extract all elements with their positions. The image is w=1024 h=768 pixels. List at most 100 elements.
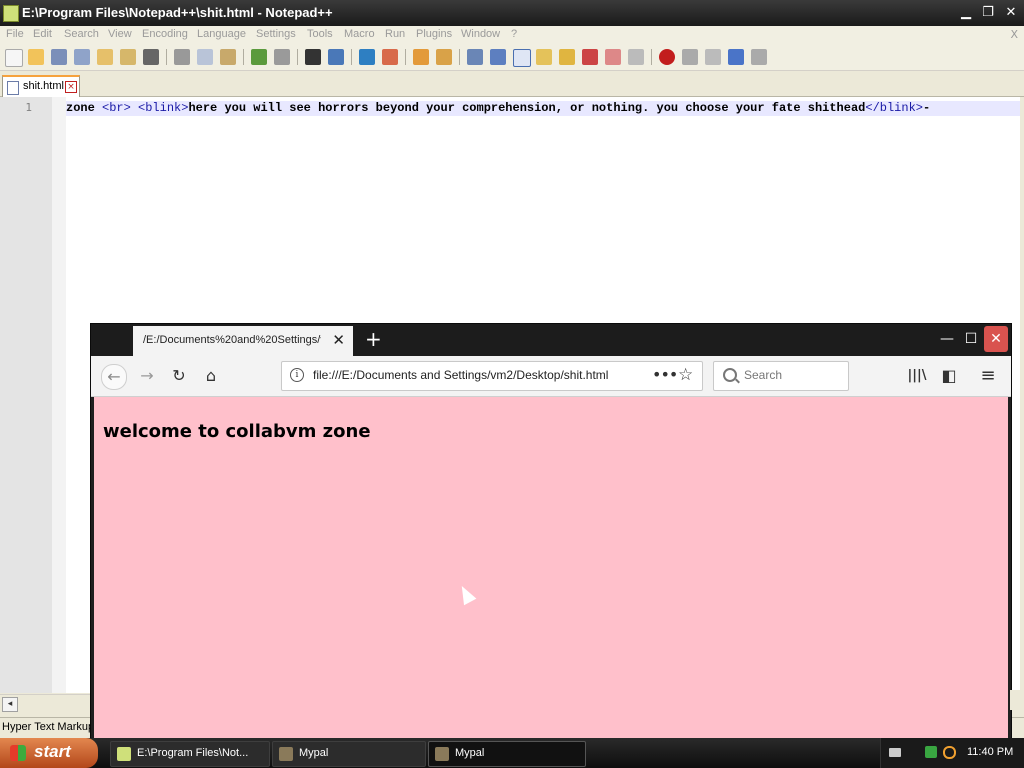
menu-help[interactable]: ? [511,28,517,40]
toolbar-separator [405,49,406,65]
hamburger-menu-icon[interactable]: ≡ [976,364,1000,388]
cut-icon[interactable] [174,49,190,65]
sync-vertical-icon[interactable] [413,49,429,65]
record-macro-icon[interactable] [659,49,675,65]
library-icon[interactable]: |||\ [905,364,929,388]
scroll-left-arrow-icon[interactable]: ◂ [2,697,18,712]
toolbar-separator [351,49,352,65]
notepad-restore-button[interactable]: ❐ [978,3,998,23]
monitoring-icon[interactable] [605,49,621,65]
taskbar: start E:\Program Files\Not... Mypal Mypa… [0,738,1024,768]
save-macro-icon[interactable] [751,49,767,65]
new-file-icon[interactable] [5,49,23,67]
taskbar-item-mypal[interactable]: Mypal [272,741,426,767]
show-all-chars-icon[interactable] [490,49,506,65]
menu-file[interactable]: File [6,28,24,40]
notepad-title-bar[interactable]: E:\Program Files\Notepad++\shit.html - N… [0,0,1024,26]
scroll-right-arrow-icon[interactable] [1010,690,1024,710]
menu-run[interactable]: Run [385,28,405,40]
folder-workspace-icon[interactable] [582,49,598,65]
menu-edit[interactable]: Edit [33,28,52,40]
start-label: start [34,742,71,761]
keyboard-icon[interactable] [889,748,901,757]
save-all-icon[interactable] [74,49,90,65]
menu-search[interactable]: Search [64,28,99,40]
undo-icon[interactable] [251,49,267,65]
close-all-icon[interactable] [120,49,136,65]
menu-close-doc[interactable]: X [1010,28,1018,41]
open-file-icon[interactable] [28,49,44,65]
task-label: Mypal [299,747,329,759]
browser-tab[interactable]: /E:/Documents%20and%20Settings/vm2/Deskt… [133,326,353,356]
bookmark-star-icon[interactable]: ☆ [678,365,693,385]
code-token-text: here you will see horrors beyond your co… [188,101,866,115]
browser-maximize-button[interactable]: ☐ [959,326,983,352]
tab-close-icon[interactable]: × [65,81,77,93]
browser-minimize-button[interactable]: — [935,326,959,352]
code-token-text: - [922,101,931,115]
search-box[interactable]: Search [713,361,849,391]
menu-plugins[interactable]: Plugins [416,28,452,40]
home-button[interactable]: ⌂ [199,364,223,388]
search-icon [723,368,737,382]
indent-guide-icon[interactable] [513,49,531,67]
search-icon[interactable] [943,746,956,759]
toolbar-separator [166,49,167,65]
menu-window[interactable]: Window [461,28,500,40]
menu-view[interactable]: View [108,28,132,40]
code-line-1[interactable]: zone <br> <blink>here you will see horro… [66,101,1020,116]
menu-encoding[interactable]: Encoding [142,28,188,40]
sync-horizontal-icon[interactable] [436,49,452,65]
forward-button[interactable]: → [135,364,159,388]
code-token-tag: <blink> [138,101,189,115]
function-list-icon[interactable] [559,49,575,65]
stop-macro-icon[interactable] [682,49,698,65]
new-tab-button[interactable]: + [365,328,382,350]
replace-icon[interactable] [328,49,344,65]
zoom-out-icon[interactable] [382,49,398,65]
url-text[interactable]: file:///E:/Documents and Settings/vm2/De… [313,368,613,382]
notepad-close-button[interactable]: ✕ [1001,3,1021,23]
start-button[interactable]: start [0,738,98,768]
search-input[interactable]: Search [744,368,782,382]
play-macro-icon[interactable] [705,49,721,65]
doc-map-icon[interactable] [536,49,552,65]
close-file-icon[interactable] [97,49,113,65]
task-label: E:\Program Files\Not... [137,747,249,759]
reload-button[interactable]: ↻ [167,364,191,388]
tab-close-icon[interactable]: ✕ [332,332,345,348]
eye-icon[interactable] [628,49,644,65]
find-icon[interactable] [305,49,321,65]
save-icon[interactable] [51,49,67,65]
run-macro-multiple-icon[interactable] [728,49,744,65]
back-button[interactable]: ← [101,364,127,390]
menu-language[interactable]: Language [197,28,246,40]
site-info-icon[interactable]: i [290,368,304,382]
code-token-tag: <br> [102,101,131,115]
clock[interactable]: 11:40 PM [967,746,1013,758]
browser-close-button[interactable]: ✕ [984,326,1008,352]
notepad-icon [117,747,131,761]
print-icon[interactable] [143,49,159,65]
notepad-minimize-button[interactable]: ▁ [956,3,976,23]
network-icon[interactable] [925,746,937,758]
notepad-app-icon [3,5,19,22]
tab-shit-html[interactable]: shit.html × [2,75,80,97]
word-wrap-icon[interactable] [467,49,483,65]
sidebar-icon[interactable]: ◧ [937,364,961,388]
menu-macro[interactable]: Macro [344,28,375,40]
redo-icon[interactable] [274,49,290,65]
toolbar-separator [243,49,244,65]
taskbar-item-notepad[interactable]: E:\Program Files\Not... [110,741,270,767]
taskbar-item-mypal-active[interactable]: Mypal [428,741,586,767]
menu-settings[interactable]: Settings [256,28,296,40]
browser-title-bar[interactable]: /E:/Documents%20and%20Settings/vm2/Deskt… [91,324,1011,356]
copy-icon[interactable] [197,49,213,65]
notepad-toolbar [0,44,1024,71]
url-bar[interactable]: i file:///E:/Documents and Settings/vm2/… [281,361,703,391]
notepad-menu-bar: File Edit Search View Encoding Language … [0,26,1024,44]
zoom-in-icon[interactable] [359,49,375,65]
page-actions-icon[interactable]: ••• [652,365,678,384]
menu-tools[interactable]: Tools [307,28,333,40]
paste-icon[interactable] [220,49,236,65]
